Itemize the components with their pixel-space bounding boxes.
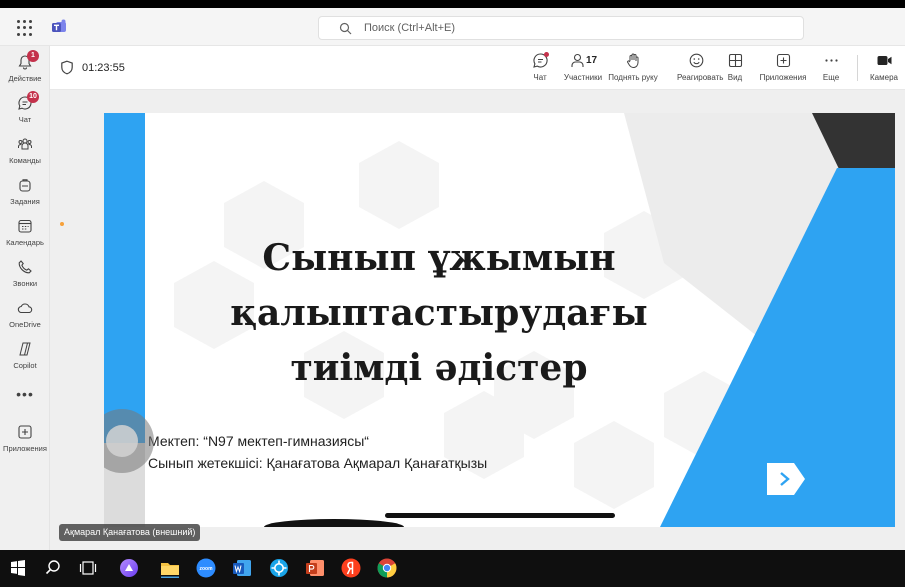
react-button[interactable]: Реагировать xyxy=(677,52,724,86)
teams-logo-icon xyxy=(52,19,66,32)
rail-item-teams[interactable]: Команды xyxy=(0,132,50,170)
rail-item-apps[interactable]: Приложения xyxy=(0,420,50,458)
meeting-control-bar: 01:23:55 Чат 17 Участники Поднять руку Р… xyxy=(50,46,905,90)
react-label: Реагировать xyxy=(677,73,724,82)
rail-label: Команды xyxy=(9,156,41,165)
task-view-icon[interactable] xyxy=(77,557,99,579)
meeting-stage: Сынып ұжымын қалыптастырудағы тиімді әді… xyxy=(50,90,905,550)
more-label: Еще xyxy=(822,73,840,82)
next-slide-arrow-icon[interactable] xyxy=(767,463,805,495)
rail-item-calendar[interactable]: Календарь xyxy=(0,214,50,252)
cloud-icon xyxy=(17,303,33,314)
rail-item-copilot[interactable]: Copilot xyxy=(0,337,50,375)
raise-hand-button[interactable]: Поднять руку xyxy=(608,52,658,86)
rail-label: Чат xyxy=(18,115,32,124)
view-button[interactable]: Вид xyxy=(725,52,745,86)
slide-title-line: Сынып ұжымын xyxy=(262,237,616,279)
slide-title: Сынып ұжымын қалыптастырудағы тиімді әді… xyxy=(144,231,734,396)
more-button[interactable]: Еще xyxy=(820,52,842,86)
teams-group-icon xyxy=(18,138,32,150)
windows-taskbar: zoom xyxy=(0,550,905,587)
top-black-strip xyxy=(0,0,905,8)
powerpoint-icon[interactable] xyxy=(304,557,326,579)
status-dot xyxy=(60,222,64,226)
rail-label: Приложения xyxy=(3,444,47,453)
zoom-icon[interactable]: zoom xyxy=(195,557,217,579)
participants-count: 17 xyxy=(586,55,598,66)
chrome-icon[interactable] xyxy=(376,557,398,579)
toolbar-divider xyxy=(857,55,858,81)
rail-item-onedrive[interactable]: OneDrive xyxy=(0,296,50,334)
view-label: Вид xyxy=(727,73,743,82)
search-bar[interactable]: Поиск (Ctrl+Alt+E) xyxy=(318,16,804,40)
phone-icon xyxy=(18,260,32,274)
camera-label: Камера xyxy=(870,73,898,82)
activity-badge: 1 xyxy=(27,50,39,62)
shared-presentation-slide: Сынып ұжымын қалыптастырудағы тиімді әді… xyxy=(104,113,895,527)
search-icon xyxy=(339,22,352,35)
rail-label: Copilot xyxy=(13,361,37,370)
alice-icon[interactable] xyxy=(118,557,140,579)
chat-button[interactable]: Чат xyxy=(527,52,553,86)
smiley-icon xyxy=(689,53,703,68)
chat-label: Чат xyxy=(533,73,547,82)
add-apps-icon xyxy=(776,53,790,68)
meeting-timer: 01:23:55 xyxy=(82,62,125,74)
rail-label: Календарь xyxy=(6,238,44,247)
presenter-name-tag: Ақмарал Қанағатова (внешний) xyxy=(59,524,201,541)
chat-unread-dot xyxy=(544,52,549,57)
apps-button[interactable]: Приложения xyxy=(758,52,808,86)
participants-label: Участники xyxy=(563,73,603,82)
calendar-icon xyxy=(18,219,32,233)
rail-label: Действие xyxy=(8,74,42,83)
search-placeholder: Поиск (Ctrl+Alt+E) xyxy=(364,22,455,34)
file-explorer-icon[interactable] xyxy=(159,557,181,579)
hand-icon xyxy=(626,53,638,69)
rail-label: Звонки xyxy=(12,279,38,288)
zoom-icon-label: zoom xyxy=(199,566,213,572)
settings-app-icon[interactable] xyxy=(268,557,290,579)
left-app-rail: 1 Действие 10 Чат Команды Задания Календ… xyxy=(0,46,50,550)
rail-item-assignments[interactable]: Задания xyxy=(0,173,50,211)
raise-hand-label: Поднять руку xyxy=(608,73,658,82)
search-icon[interactable] xyxy=(42,557,64,579)
add-apps-icon xyxy=(18,425,32,439)
rail-item-calls[interactable]: Звонки xyxy=(0,255,50,293)
camera-button[interactable]: Камера xyxy=(868,52,900,86)
slide-title-line: қалыптастырудағы xyxy=(230,292,648,334)
participants-button[interactable]: 17 Участники xyxy=(561,52,605,86)
chat-badge: 10 xyxy=(27,91,39,103)
slide-teacher-line: Сынып жетекшісі: Қанағатова Ақмарал Қана… xyxy=(148,455,488,471)
word-icon[interactable] xyxy=(231,557,253,579)
slide-title-line: тиімді әдістер xyxy=(290,347,588,389)
video-camera-icon xyxy=(877,56,891,65)
title-bar: Поиск (Ctrl+Alt+E) xyxy=(0,8,905,46)
apps-label: Приложения xyxy=(759,73,807,82)
windows-start-icon[interactable] xyxy=(7,557,29,579)
slide-school-line: Мектеп: “N97 мектеп-гимназиясы“ xyxy=(148,433,369,449)
rail-item-activity[interactable]: 1 Действие xyxy=(0,50,50,88)
more-apps-icon[interactable]: ••• xyxy=(0,386,50,402)
device-home-indicator xyxy=(385,513,615,518)
rail-label: OneDrive xyxy=(9,320,41,329)
rail-label: Задания xyxy=(10,197,40,206)
yandex-browser-icon[interactable] xyxy=(340,557,362,579)
person-icon xyxy=(571,53,584,67)
grid-view-icon xyxy=(728,53,742,68)
rail-item-chat[interactable]: 10 Чат xyxy=(0,91,50,129)
app-launcher-icon[interactable] xyxy=(17,20,33,36)
backpack-icon xyxy=(19,179,31,192)
more-horizontal-icon xyxy=(824,59,838,62)
copilot-icon xyxy=(19,342,31,356)
shield-icon xyxy=(61,60,73,75)
